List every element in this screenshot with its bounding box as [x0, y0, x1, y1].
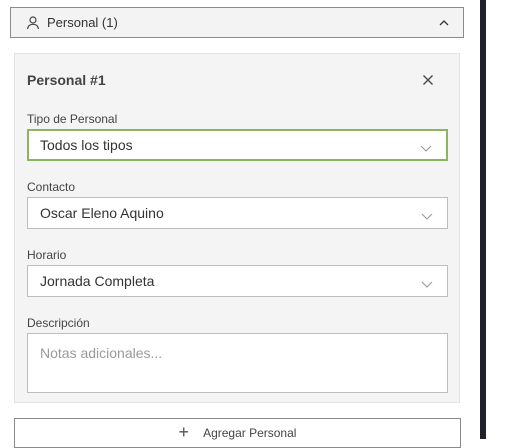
add-personal-button[interactable]: + Agregar Personal [14, 418, 461, 448]
descripcion-placeholder: Notas adicionales... [40, 345, 163, 361]
contacto-label: Contacto [27, 180, 76, 194]
contacto-select[interactable]: Oscar Eleno Aquino [27, 197, 448, 229]
personal-card: Personal #1 Tipo de Personal Todos los t… [14, 53, 460, 403]
contacto-value: Oscar Eleno Aquino [40, 205, 164, 221]
card-title: Personal #1 [27, 72, 106, 88]
chevron-down-icon [421, 276, 433, 288]
plus-icon: + [178, 421, 190, 442]
add-personal-label: Agregar Personal [203, 426, 297, 440]
horario-value: Jornada Completa [40, 273, 155, 289]
tipo-value: Todos los tipos [40, 137, 133, 153]
chevron-down-icon [420, 140, 432, 152]
horario-select[interactable]: Jornada Completa [27, 265, 448, 297]
window-edge [478, 0, 511, 439]
section-title: Personal (1) [47, 15, 118, 30]
descripcion-label: Descripción [27, 316, 90, 330]
tipo-label: Tipo de Personal [27, 112, 118, 126]
personal-section-header[interactable]: Personal (1) [10, 7, 464, 38]
horario-label: Horario [27, 248, 67, 262]
close-icon[interactable] [421, 73, 435, 87]
descripcion-textarea[interactable]: Notas adicionales... [27, 333, 448, 393]
chevron-up-icon[interactable] [437, 16, 451, 30]
scrollbar-track [480, 0, 486, 439]
tipo-select[interactable]: Todos los tipos [27, 129, 448, 161]
user-icon [25, 15, 41, 31]
chevron-down-icon [421, 208, 433, 220]
